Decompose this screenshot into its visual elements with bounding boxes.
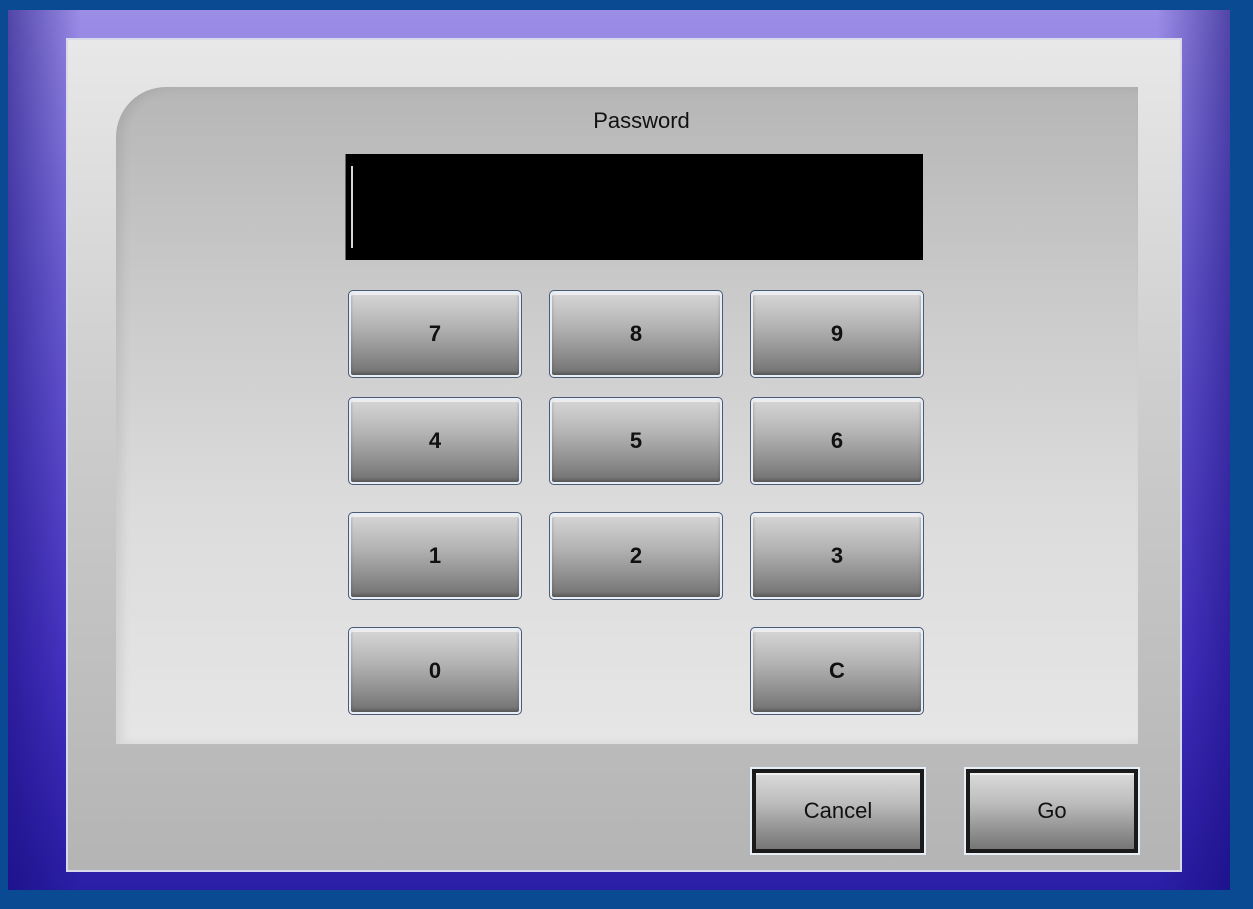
key-9[interactable]: 9	[750, 290, 924, 378]
dialog-title: Password	[593, 108, 690, 133]
password-field[interactable]	[345, 154, 923, 260]
key-1[interactable]: 1	[348, 512, 522, 600]
key-4[interactable]: 4	[348, 397, 522, 485]
key-2[interactable]: 2	[549, 512, 723, 600]
key-7[interactable]: 7	[348, 290, 522, 378]
go-button[interactable]: Go	[964, 767, 1140, 855]
text-caret	[351, 166, 353, 248]
key-8[interactable]: 8	[549, 290, 723, 378]
key-3[interactable]: 3	[750, 512, 924, 600]
clear-button[interactable]: C	[750, 627, 924, 715]
key-6[interactable]: 6	[750, 397, 924, 485]
cancel-button[interactable]: Cancel	[750, 767, 926, 855]
key-5[interactable]: 5	[549, 397, 723, 485]
key-0[interactable]: 0	[348, 627, 522, 715]
